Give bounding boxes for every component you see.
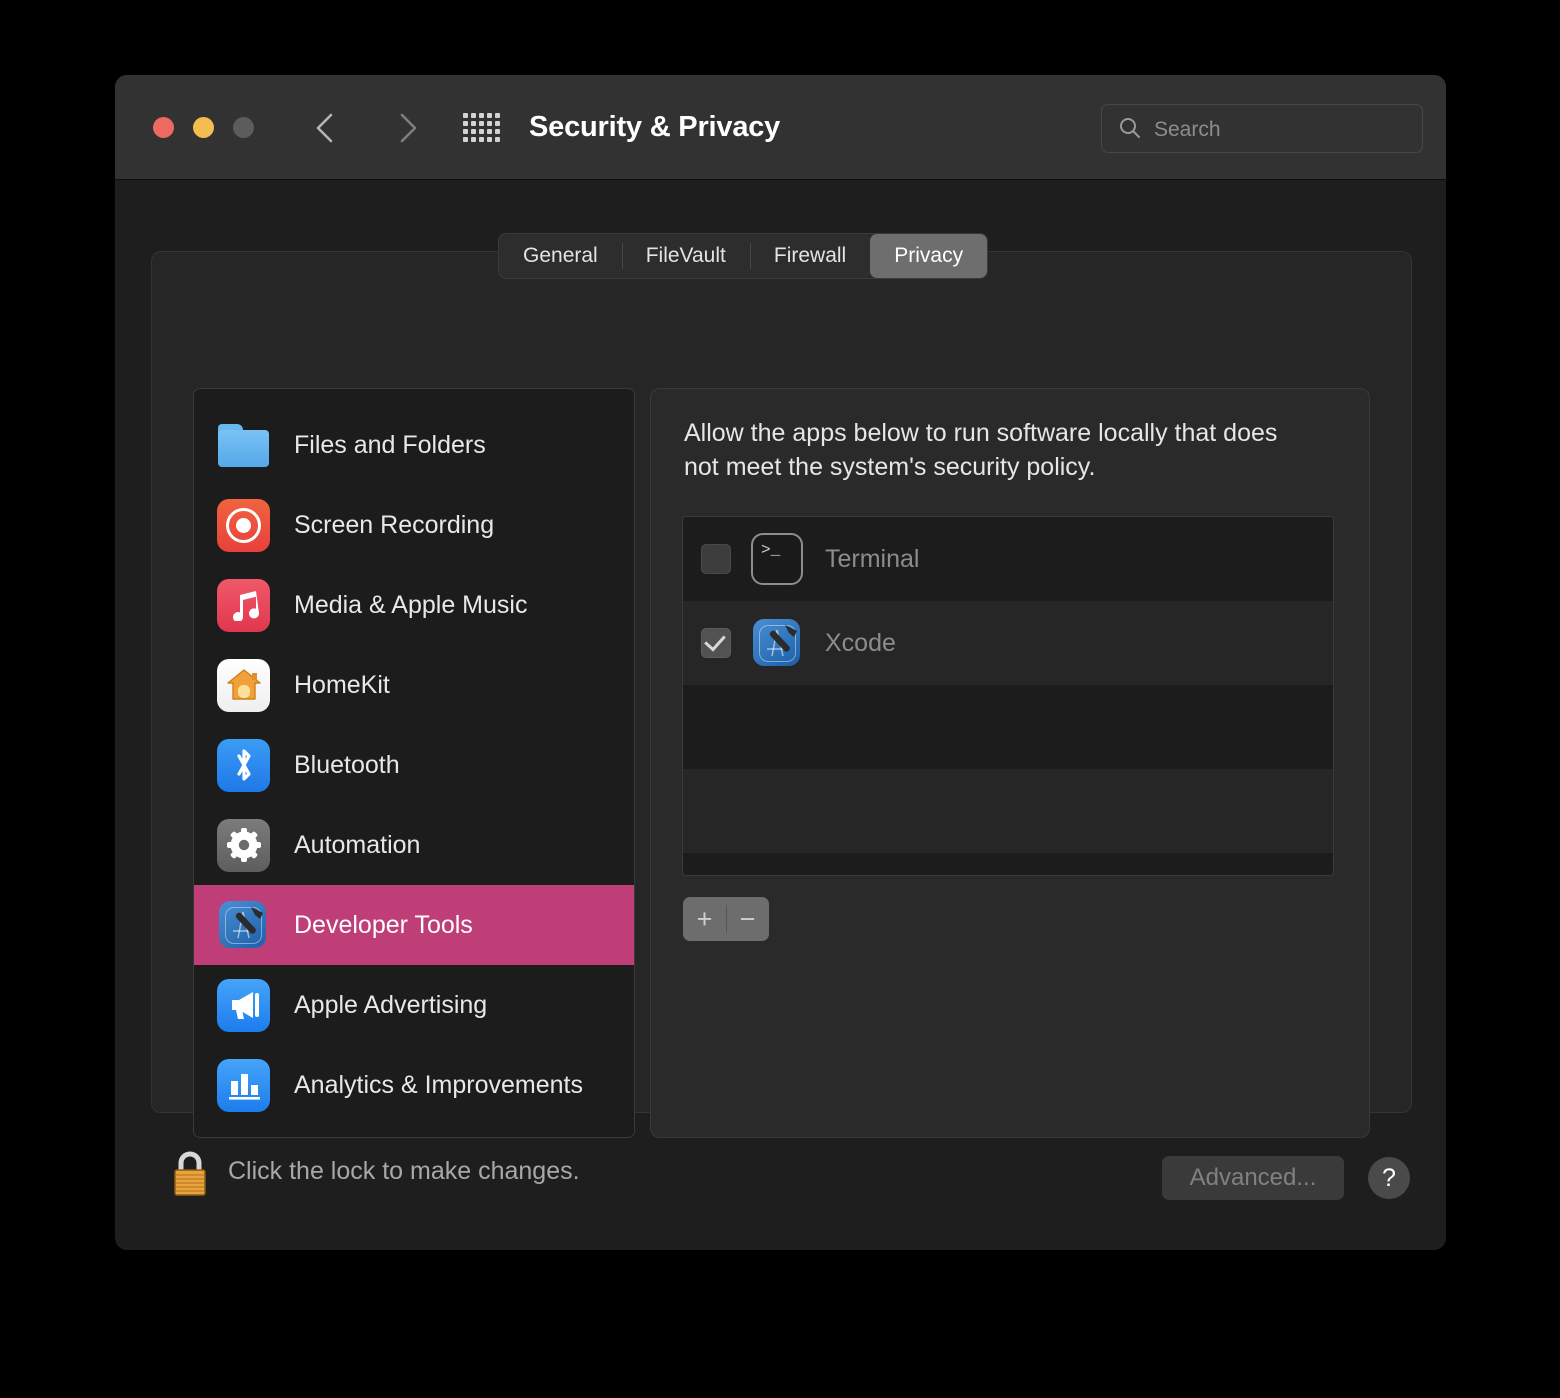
- homekit-house-icon: [217, 658, 270, 712]
- app-row-empty: [683, 769, 1333, 853]
- allowed-apps-list[interactable]: >_ Terminal Xcode: [682, 516, 1334, 876]
- sidebar-item-screen-recording[interactable]: Screen Recording: [194, 485, 634, 565]
- add-remove-button-group[interactable]: + −: [683, 897, 769, 941]
- page-title: Security & Privacy: [529, 111, 781, 143]
- app-row[interactable]: Xcode: [683, 601, 1333, 685]
- tab-firewall[interactable]: Firewall: [749, 234, 870, 278]
- app-name-label: Terminal: [825, 544, 920, 573]
- sidebar-item-homekit[interactable]: HomeKit: [194, 645, 634, 725]
- grid-dot: [479, 113, 484, 118]
- grid-dot: [487, 113, 492, 118]
- grid-dot: [495, 113, 500, 118]
- lock-hint-text: Click the lock to make changes.: [228, 1157, 580, 1185]
- tab-general[interactable]: General: [499, 234, 622, 278]
- grid-dot: [487, 121, 492, 126]
- folder-icon: [217, 419, 270, 472]
- terminal-icon: >_: [751, 533, 803, 585]
- detail-description: Allow the apps below to run software loc…: [684, 419, 1278, 481]
- sidebar-item-developer-tools[interactable]: Developer Tools: [194, 885, 634, 965]
- window-titlebar: Security & Privacy: [115, 75, 1446, 180]
- grid-dot: [487, 137, 492, 142]
- grid-dot: [495, 121, 500, 126]
- grid-dot: [479, 129, 484, 134]
- forward-chevron-icon[interactable]: [387, 107, 427, 149]
- sidebar-item-media-apple-music[interactable]: Media & Apple Music: [194, 565, 634, 645]
- search-field[interactable]: [1101, 104, 1423, 154]
- sidebar-item-bluetooth[interactable]: Bluetooth: [194, 725, 634, 805]
- close-button[interactable]: [153, 117, 174, 138]
- tab-privacy[interactable]: Privacy: [870, 234, 988, 278]
- grid-dot: [471, 129, 476, 134]
- preferences-panel: Files and Folders Screen Recording Media &…: [151, 251, 1412, 1138]
- locked-padlock-icon[interactable]: [168, 1147, 212, 1201]
- screen-recording-icon: [217, 498, 270, 552]
- detail-pane: Allow the apps below to run software loc…: [650, 388, 1370, 1138]
- grid-dot: [471, 113, 476, 118]
- grid-dot: [463, 113, 468, 118]
- minimize-button[interactable]: [193, 117, 214, 138]
- grid-dot: [479, 137, 484, 142]
- sidebar-item-label: Screen Recording: [294, 510, 495, 539]
- add-app-button[interactable]: +: [683, 897, 726, 941]
- remove-app-button[interactable]: −: [726, 897, 769, 941]
- search-icon: [1120, 118, 1140, 138]
- folder-icon: [217, 389, 270, 392]
- gear-icon: [217, 818, 270, 872]
- app-row-empty: [683, 685, 1333, 769]
- sidebar-item-automation[interactable]: Automation: [194, 805, 634, 885]
- bluetooth-icon: [217, 738, 270, 792]
- sidebar-item-label: HomeKit: [294, 670, 390, 699]
- grid-dot: [463, 129, 468, 134]
- sidebar-item-partial[interactable]: [194, 389, 634, 405]
- advanced-button[interactable]: Advanced...: [1162, 1156, 1344, 1200]
- app-row[interactable]: >_ Terminal: [683, 517, 1333, 601]
- xcode-hammer-icon: [217, 899, 270, 952]
- tab-bar[interactable]: General FileVault Firewall Privacy: [498, 233, 989, 279]
- checkmark-icon: [704, 629, 726, 652]
- search-input[interactable]: [1152, 105, 1411, 154]
- grid-dot: [463, 121, 468, 126]
- app-enable-checkbox[interactable]: [701, 544, 731, 574]
- megaphone-icon: [217, 978, 270, 1032]
- sidebar-item-files-and-folders[interactable]: Files and Folders: [194, 405, 634, 485]
- sidebar-item-label: Automation: [294, 830, 421, 859]
- help-button[interactable]: ?: [1368, 1157, 1410, 1199]
- sidebar-item-label: Developer Tools: [294, 910, 473, 939]
- privacy-category-scroll: Files and Folders Screen Recording Media &…: [194, 389, 634, 1125]
- privacy-category-list[interactable]: Files and Folders Screen Recording Media &…: [193, 388, 635, 1138]
- tab-filevault[interactable]: FileVault: [621, 234, 750, 278]
- grid-dot: [463, 137, 468, 142]
- grid-dot: [495, 129, 500, 134]
- app-name-label: Xcode: [825, 628, 896, 657]
- show-all-grid-icon[interactable]: [463, 113, 501, 143]
- grid-dot: [471, 137, 476, 142]
- grid-dot: [479, 121, 484, 126]
- sidebar-item-apple-advertising[interactable]: Apple Advertising: [194, 965, 634, 1045]
- sidebar-item-analytics-improvements[interactable]: Analytics & Improvements: [194, 1045, 634, 1125]
- system-preferences-window: Security & Privacy Files and Folders Scre…: [115, 75, 1446, 1250]
- xcode-icon: [751, 617, 803, 669]
- grid-dot: [471, 121, 476, 126]
- music-note-icon: [217, 578, 270, 632]
- grid-dot: [495, 137, 500, 142]
- bar-chart-icon: [217, 1058, 270, 1112]
- sidebar-item-label: Media & Apple Music: [294, 590, 528, 619]
- back-chevron-icon[interactable]: [307, 107, 347, 149]
- sidebar-item-label: Bluetooth: [294, 750, 400, 779]
- grid-dot: [487, 129, 492, 134]
- sidebar-item-label: Analytics & Improvements: [294, 1070, 583, 1099]
- app-enable-checkbox[interactable]: [701, 628, 731, 658]
- maximize-button[interactable]: [233, 117, 254, 138]
- sidebar-item-label: Apple Advertising: [294, 990, 488, 1019]
- app-row-empty: [683, 853, 1333, 875]
- sidebar-item-label: Files and Folders: [294, 430, 486, 459]
